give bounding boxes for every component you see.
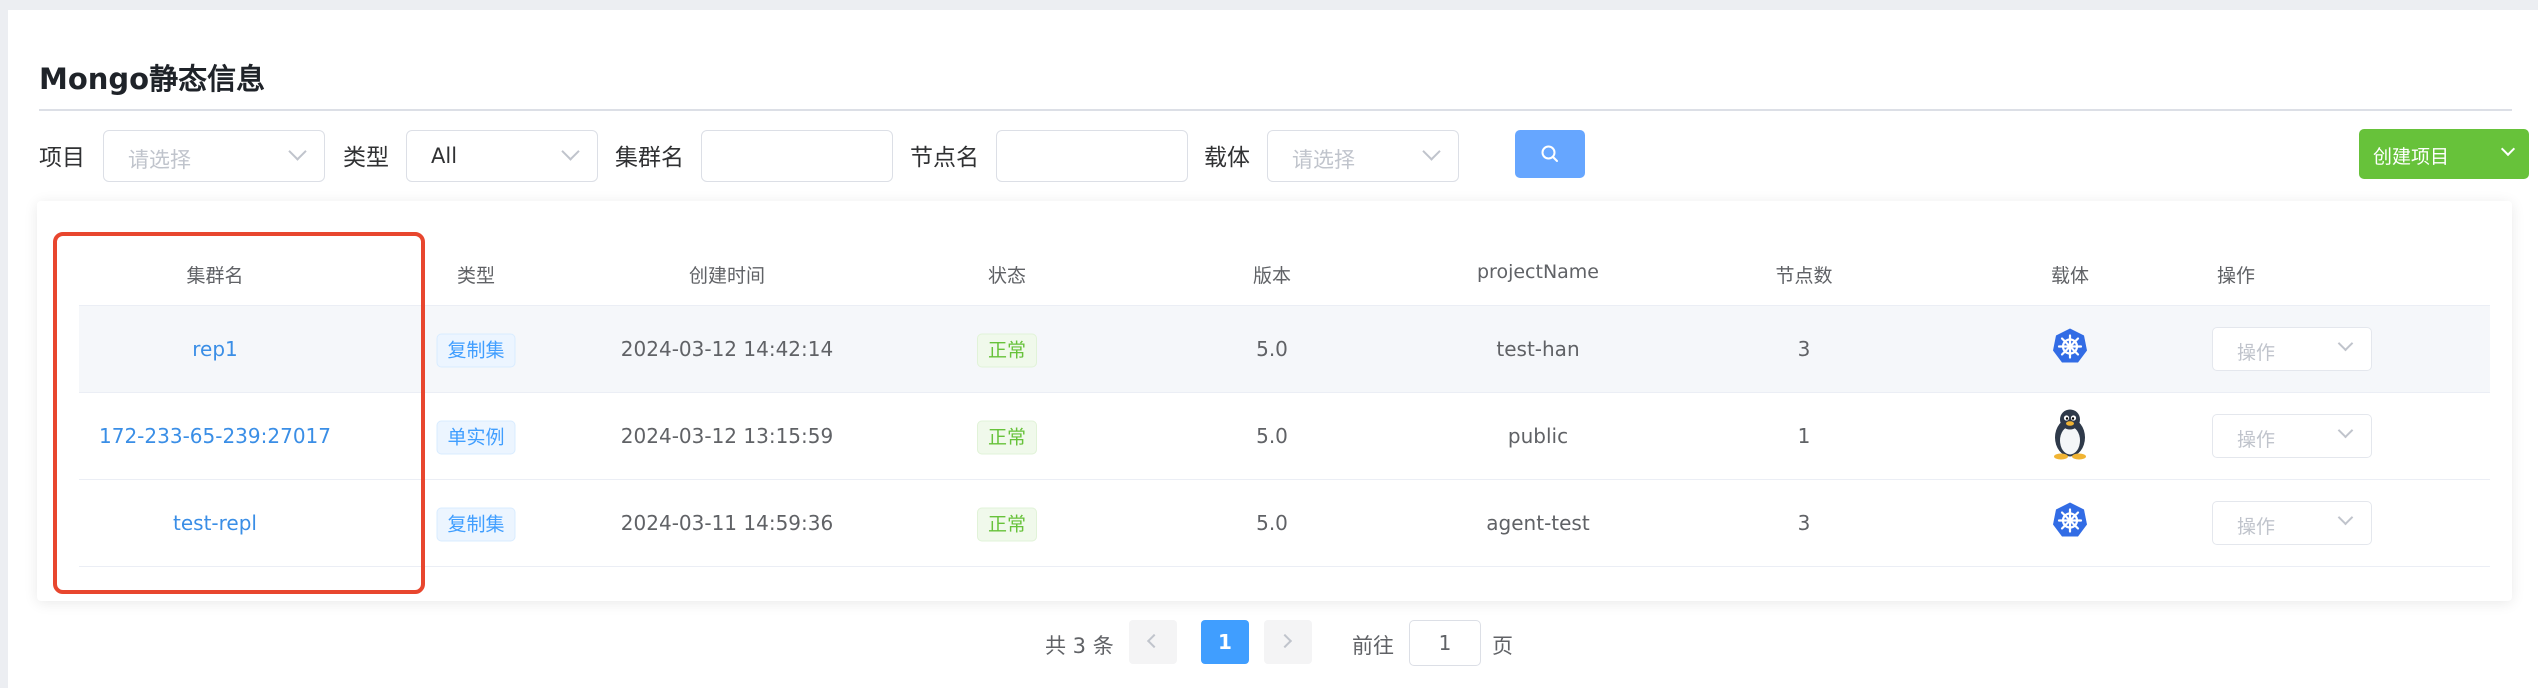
status-badge: 正常 [976,420,1038,455]
page-container: Mongo静态信息 项目 请选择 类型 All 集群名 节点名 载体 请选择 创… [8,10,2538,688]
carrier-select[interactable]: 请选择 [1267,130,1459,182]
column-header-carrier: 载体 [2050,265,2090,287]
status-badge: 正常 [976,507,1038,542]
column-header-nodes: 节点数 [1775,265,1833,287]
action-select[interactable]: 操作 [2212,327,2372,371]
node-count: 3 [1797,337,1811,361]
column-header-created: 创建时间 [688,265,766,287]
action-select-placeholder: 操作 [2237,516,2276,538]
action-select-placeholder: 操作 [2237,429,2276,451]
chevron-down-icon [561,142,580,161]
chevron-down-icon [288,142,307,161]
column-header-project: projectName [1477,261,1599,283]
chevron-down-icon [2337,335,2354,352]
page-title: Mongo静态信息 [39,62,266,96]
type-tag: 复制集 [436,333,516,368]
chevron-down-icon [2337,509,2354,526]
title-divider [39,109,2512,111]
version-value: 5.0 [1256,337,1288,361]
node-filter-label: 节点名 [910,145,979,171]
goto-label: 前往 [1352,634,1394,658]
project-name: public [1507,424,1569,448]
created-time: 2024-03-11 14:59:36 [620,511,834,535]
type-tag: 复制集 [436,507,516,542]
type-filter-label: 类型 [343,145,389,171]
created-time: 2024-03-12 13:15:59 [620,424,834,448]
chevron-right-icon [1277,633,1293,649]
action-select-placeholder: 操作 [2237,342,2276,364]
create-project-label: 创建项目 [2373,146,2450,168]
search-button[interactable] [1515,130,1585,178]
action-select[interactable]: 操作 [2212,414,2372,458]
project-filter-label: 项目 [39,145,85,171]
created-time: 2024-03-12 14:42:14 [620,337,834,361]
chevron-down-icon [2337,422,2354,439]
project-name: test-han [1496,337,1580,361]
type-select[interactable]: All [406,130,598,182]
version-value: 5.0 [1256,424,1288,448]
cluster-name-link[interactable]: 172-233-65-239:27017 [99,424,331,448]
carrier-filter-label: 载体 [1204,145,1250,171]
prev-page-button[interactable] [1129,620,1177,664]
type-select-value: All [431,144,458,168]
cluster-name-link[interactable]: rep1 [192,337,238,361]
page-number-current[interactable]: 1 [1201,620,1249,664]
cluster-filter-label: 集群名 [615,145,684,171]
cluster-name-link[interactable]: test-repl [173,511,257,535]
type-tag: 单实例 [436,420,516,455]
kubernetes-icon [2050,327,2090,372]
action-select[interactable]: 操作 [2212,501,2372,545]
linux-icon [2050,408,2090,465]
project-select[interactable]: 请选择 [103,130,325,182]
page-suffix-label: 页 [1492,634,1513,658]
project-name: agent-test [1486,511,1590,535]
kubernetes-icon [2050,501,2090,546]
chevron-down-icon [1422,142,1441,161]
carrier-select-placeholder: 请选择 [1292,148,1355,172]
project-select-placeholder: 请选择 [128,148,191,172]
column-header-version: 版本 [1252,265,1292,287]
goto-page-input[interactable]: 1 [1409,620,1481,666]
column-header-type: 类型 [456,265,496,287]
next-page-button[interactable] [1264,620,1312,664]
pagination-total: 共 3 条 [1045,634,1114,658]
cluster-table: 集群名 类型 创建时间 状态 版本 projectName 节点数 载体 操作 … [37,201,2512,601]
chevron-left-icon [1146,633,1162,649]
status-badge: 正常 [976,333,1038,368]
version-value: 5.0 [1256,511,1288,535]
node-count: 3 [1797,511,1811,535]
table-row: 172-233-65-239:27017 单实例 2024-03-12 13:1… [79,393,2490,480]
create-project-button[interactable]: 创建项目 [2359,129,2529,179]
column-header-cluster: 集群名 [186,265,244,287]
table-row: test-repl 复制集 2024-03-11 14:59:36 正常 5.0… [79,480,2490,567]
node-count: 1 [1797,424,1811,448]
chevron-down-icon [2500,141,2516,157]
search-icon [1541,145,1558,162]
cluster-name-input[interactable] [701,130,893,182]
node-name-input[interactable] [996,130,1188,182]
table-row: rep1 复制集 2024-03-12 14:42:14 正常 5.0 test… [79,306,2490,393]
column-header-actions: 操作 [2216,265,2256,287]
column-header-status: 状态 [987,265,1027,287]
